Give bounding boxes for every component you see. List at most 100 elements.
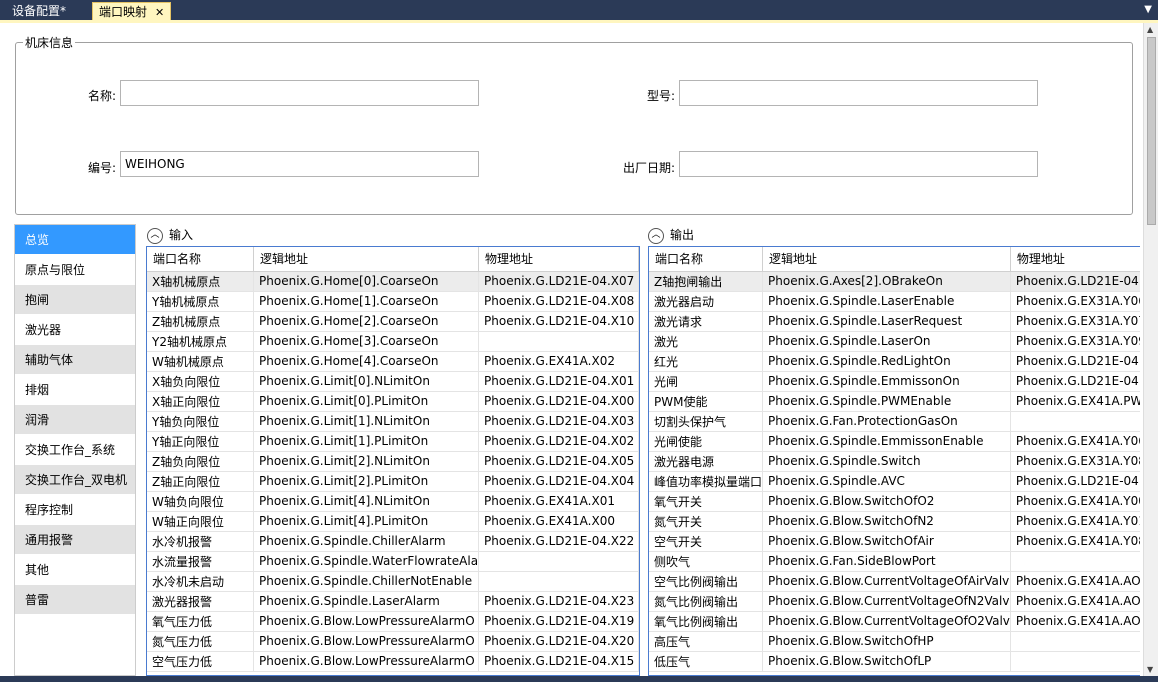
table-row[interactable]: 光闸使能 Phoenix.G.Spindle.EmmissonEnable Phoe…: [649, 431, 1140, 452]
logical-address-cell[interactable]: Phoenix.G.Spindle.LaserAlarm: [253, 591, 480, 612]
nav-item-overview[interactable]: 总览: [15, 225, 135, 255]
physical-address-cell[interactable]: Phoenix.G.EX41A.Y08: [1010, 531, 1140, 552]
table-row[interactable]: 空气开关 Phoenix.G.Blow.SwitchOfAir Phoenix.G.…: [649, 531, 1140, 552]
port-name-cell[interactable]: 峰值功率模拟量端口: [649, 471, 764, 492]
table-row[interactable]: Z轴机械原点 Phoenix.G.Home[2].CoarseOn Phoenix.…: [147, 311, 639, 332]
table-row[interactable]: 光闸 Phoenix.G.Spindle.EmmissonOn Phoenix.G.…: [649, 371, 1140, 392]
physical-address-cell[interactable]: Phoenix.G.EX41A.X02: [478, 351, 639, 372]
port-name-cell[interactable]: 氮气比例阀输出: [649, 591, 764, 612]
logical-address-cell[interactable]: Phoenix.G.Home[4].CoarseOn: [253, 351, 480, 372]
port-name-cell[interactable]: W轴负向限位: [147, 491, 255, 512]
physical-address-cell[interactable]: Phoenix.G.LD21E-04.X02: [478, 431, 639, 452]
manufacture-date-field[interactable]: [679, 151, 1038, 177]
physical-address-cell[interactable]: [1010, 411, 1140, 432]
close-icon[interactable]: ✕: [155, 6, 164, 19]
table-row[interactable]: 激光器电源 Phoenix.G.Spindle.Switch Phoenix.G.E…: [649, 451, 1140, 472]
table-row[interactable]: 激光 Phoenix.G.Spindle.LaserOn Phoenix.G.EX3…: [649, 331, 1140, 352]
table-row[interactable]: Z轴抱闸输出 Phoenix.G.Axes[2].OBrakeOn Phoenix.…: [649, 271, 1140, 292]
port-name-cell[interactable]: 水流量报警: [147, 551, 255, 572]
logical-address-cell[interactable]: Phoenix.G.Home[1].CoarseOn: [253, 291, 480, 312]
logical-address-cell[interactable]: Phoenix.G.Blow.CurrentVoltageOfN2Valv: [762, 591, 1011, 612]
logical-address-cell[interactable]: Phoenix.G.Blow.SwitchOfAir: [762, 531, 1011, 552]
scrollbar-thumb[interactable]: [1147, 37, 1156, 225]
port-name-cell[interactable]: X轴负向限位: [147, 371, 255, 392]
nav-item-lubrication[interactable]: 润滑: [15, 405, 135, 435]
table-row[interactable]: 氧气压力低 Phoenix.G.Blow.LowPressureAlarmO Pho…: [147, 611, 639, 632]
physical-address-cell[interactable]: Phoenix.G.EX41A.PWM: [1010, 391, 1140, 412]
nav-item-exchange-table-dual-motor[interactable]: 交换工作台_双电机: [15, 465, 135, 495]
port-name-cell[interactable]: 低压气: [649, 651, 764, 672]
physical-address-cell[interactable]: [478, 551, 639, 572]
scroll-up-icon[interactable]: ▲: [1147, 25, 1153, 34]
physical-address-cell[interactable]: Phoenix.G.EX41A.Y01: [1010, 511, 1140, 532]
physical-address-cell[interactable]: Phoenix.G.LD21E-04.X23: [478, 591, 639, 612]
table-row[interactable]: PWM使能 Phoenix.G.Spindle.PWMEnable Phoenix.…: [649, 391, 1140, 412]
port-name-cell[interactable]: Y轴负向限位: [147, 411, 255, 432]
physical-address-cell[interactable]: Phoenix.G.LD21E-04.X01: [478, 371, 639, 392]
table-row[interactable]: 氧气开关 Phoenix.G.Blow.SwitchOfO2 Phoenix.G.E…: [649, 491, 1140, 512]
logical-address-cell[interactable]: Phoenix.G.Spindle.EmmissonEnable: [762, 431, 1011, 452]
physical-address-cell[interactable]: Phoenix.G.LD21E-04.A: [1010, 471, 1140, 492]
physical-address-cell[interactable]: [478, 331, 639, 352]
logical-address-cell[interactable]: Phoenix.G.Limit[2].NLimitOn: [253, 451, 480, 472]
physical-address-cell[interactable]: Phoenix.G.LD21E-04.Y0: [1010, 271, 1140, 292]
nav-item-smoke-exhaust[interactable]: 排烟: [15, 375, 135, 405]
logical-address-cell[interactable]: Phoenix.G.Limit[1].PLimitOn: [253, 431, 480, 452]
port-name-cell[interactable]: W轴机械原点: [147, 351, 255, 372]
port-name-cell[interactable]: 空气比例阀输出: [649, 571, 764, 592]
table-row[interactable]: 水流量报警 Phoenix.G.Spindle.WaterFlowrateAla: [147, 551, 639, 572]
physical-address-cell[interactable]: Phoenix.G.EX41A.Y00: [1010, 491, 1140, 512]
nav-item-program-control[interactable]: 程序控制: [15, 495, 135, 525]
port-name-cell[interactable]: 水冷机报警: [147, 531, 255, 552]
input-panel-header[interactable]: ︿ 输入: [147, 225, 193, 245]
serial-field[interactable]: [120, 151, 479, 177]
table-row[interactable]: Z轴负向限位 Phoenix.G.Limit[2].NLimitOn Phoenix…: [147, 451, 639, 472]
logical-address-cell[interactable]: Phoenix.G.Spindle.WaterFlowrateAla: [253, 551, 480, 572]
table-row[interactable]: W轴机械原点 Phoenix.G.Home[4].CoarseOn Phoenix.…: [147, 351, 639, 372]
table-row[interactable]: 峰值功率模拟量端口 Phoenix.G.Spindle.AVC Phoenix.G.…: [649, 471, 1140, 492]
table-row[interactable]: 激光请求 Phoenix.G.Spindle.LaserRequest Phoeni…: [649, 311, 1140, 332]
physical-address-cell[interactable]: Phoenix.G.EX41A.AOut: [1010, 571, 1140, 592]
physical-address-cell[interactable]: [1010, 651, 1140, 672]
collapse-icon[interactable]: ︿: [648, 227, 664, 244]
table-row[interactable]: 水冷机未启动 Phoenix.G.Spindle.ChillerNotEnable: [147, 571, 639, 592]
logical-address-cell[interactable]: Phoenix.G.Limit[4].NLimitOn: [253, 491, 480, 512]
table-row[interactable]: Y轴机械原点 Phoenix.G.Home[1].CoarseOn Phoenix.…: [147, 291, 639, 312]
logical-address-cell[interactable]: Phoenix.G.Blow.SwitchOfN2: [762, 511, 1011, 532]
logical-address-cell[interactable]: Phoenix.G.Fan.SideBlowPort: [762, 551, 1011, 572]
name-field[interactable]: [120, 80, 479, 106]
physical-address-cell[interactable]: Phoenix.G.LD21E-04.X08: [478, 291, 639, 312]
physical-address-cell[interactable]: Phoenix.G.LD21E-04.X19: [478, 611, 639, 632]
physical-address-cell[interactable]: [1010, 631, 1140, 652]
logical-address-cell[interactable]: Phoenix.G.Home[3].CoarseOn: [253, 331, 480, 352]
physical-address-cell[interactable]: Phoenix.G.EX31A.Y09: [1010, 331, 1140, 352]
port-name-cell[interactable]: W轴正向限位: [147, 511, 255, 532]
port-name-cell[interactable]: 空气压力低: [147, 651, 255, 672]
port-name-cell[interactable]: X轴正向限位: [147, 391, 255, 412]
column-header[interactable]: 端口名称: [649, 247, 764, 272]
logical-address-cell[interactable]: Phoenix.G.Blow.CurrentVoltageOfO2Valv: [762, 611, 1011, 632]
port-name-cell[interactable]: Y2轴机械原点: [147, 331, 255, 352]
logical-address-cell[interactable]: Phoenix.G.Blow.SwitchOfLP: [762, 651, 1011, 672]
table-row[interactable]: Y轴负向限位 Phoenix.G.Limit[1].NLimitOn Phoenix…: [147, 411, 639, 432]
table-row[interactable]: 激光器报警 Phoenix.G.Spindle.LaserAlarm Phoenix…: [147, 591, 639, 612]
physical-address-cell[interactable]: Phoenix.G.LD21E-04.X05: [478, 451, 639, 472]
port-name-cell[interactable]: 光闸: [649, 371, 764, 392]
logical-address-cell[interactable]: Phoenix.G.Fan.ProtectionGasOn: [762, 411, 1011, 432]
logical-address-cell[interactable]: Phoenix.G.Limit[0].PLimitOn: [253, 391, 480, 412]
port-name-cell[interactable]: Z轴抱闸输出: [649, 271, 764, 292]
logical-address-cell[interactable]: Phoenix.G.Limit[2].PLimitOn: [253, 471, 480, 492]
logical-address-cell[interactable]: Phoenix.G.Blow.CurrentVoltageOfAirValv: [762, 571, 1011, 592]
logical-address-cell[interactable]: Phoenix.G.Limit[0].NLimitOn: [253, 371, 480, 392]
physical-address-cell[interactable]: Phoenix.G.LD21E-04.X07: [478, 271, 639, 292]
nav-item-general-alarm[interactable]: 通用报警: [15, 525, 135, 555]
logical-address-cell[interactable]: Phoenix.G.Spindle.AVC: [762, 471, 1011, 492]
port-name-cell[interactable]: 红光: [649, 351, 764, 372]
table-row[interactable]: 水冷机报警 Phoenix.G.Spindle.ChillerAlarm Phoen…: [147, 531, 639, 552]
port-name-cell[interactable]: 氧气比例阀输出: [649, 611, 764, 632]
port-name-cell[interactable]: 激光: [649, 331, 764, 352]
table-row[interactable]: W轴负向限位 Phoenix.G.Limit[4].NLimitOn Phoenix…: [147, 491, 639, 512]
physical-address-cell[interactable]: Phoenix.G.EX31A.Y08: [1010, 451, 1140, 472]
column-header[interactable]: 物理地址: [1010, 247, 1140, 272]
port-name-cell[interactable]: 水冷机未启动: [147, 571, 255, 592]
